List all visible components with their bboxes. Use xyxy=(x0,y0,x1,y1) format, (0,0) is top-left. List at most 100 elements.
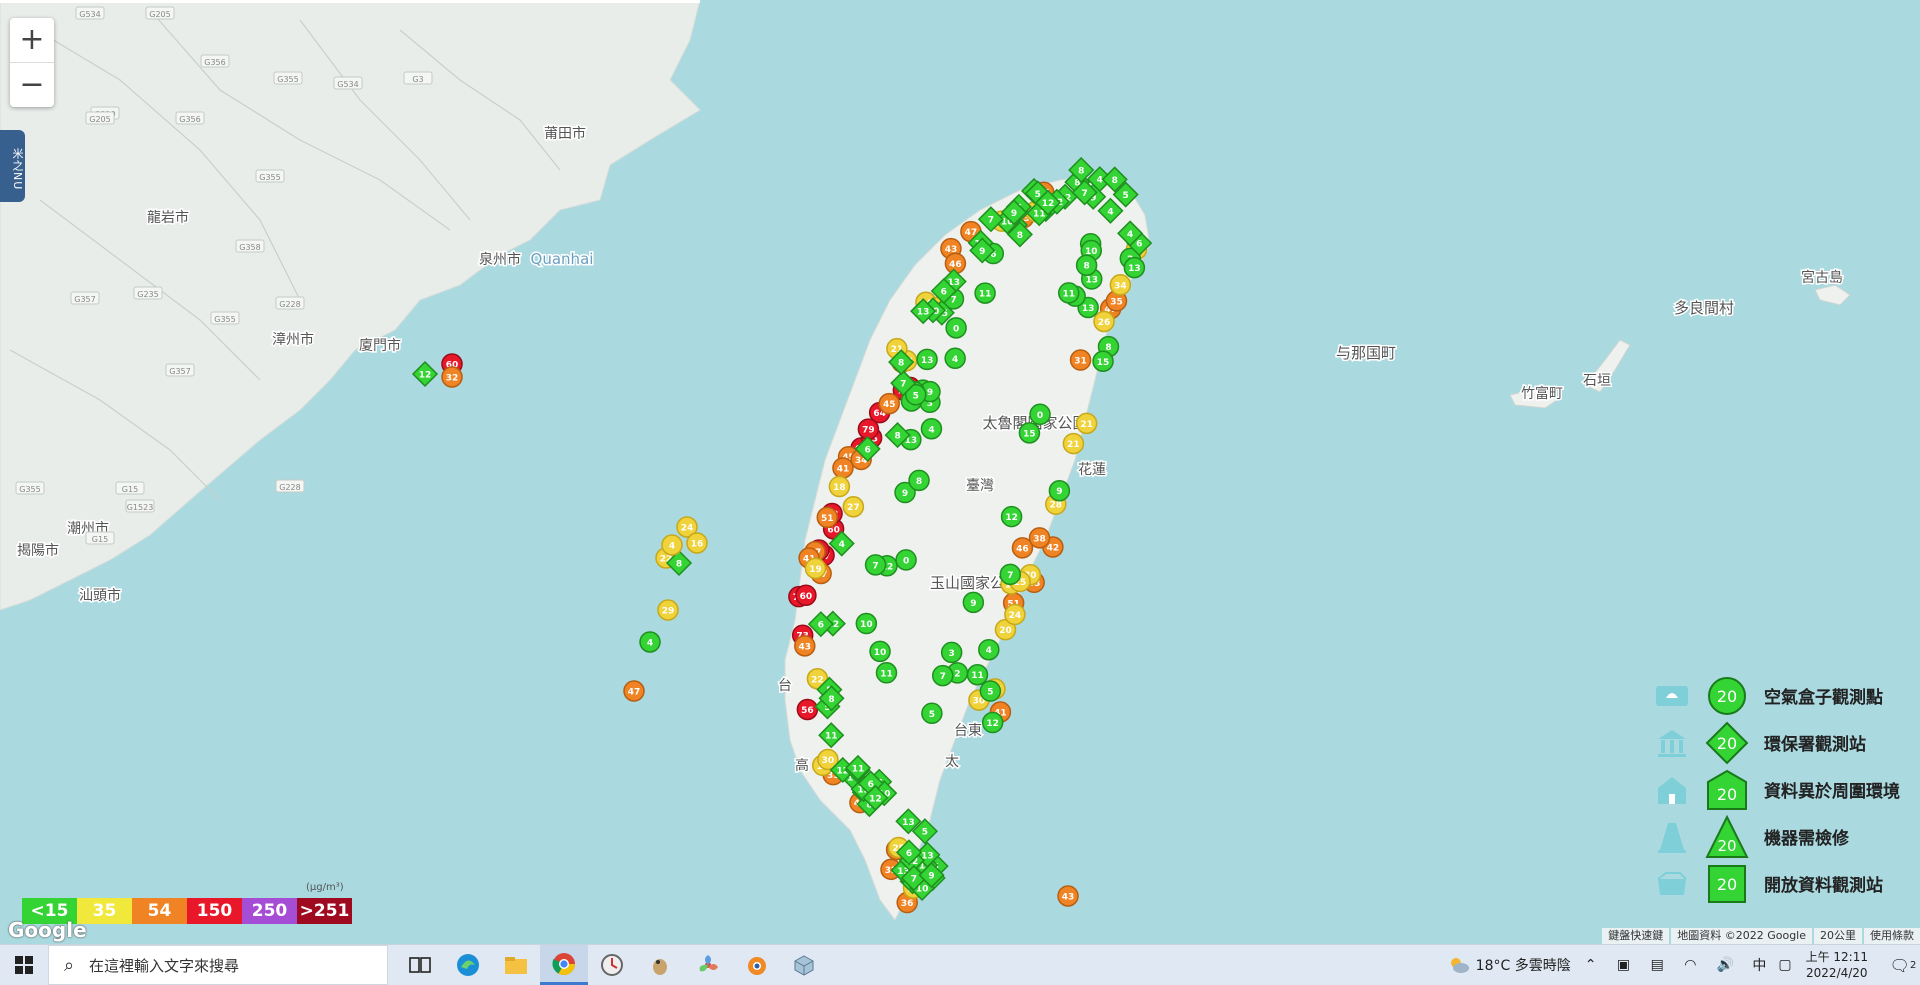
svg-text:29: 29 xyxy=(662,607,675,617)
airbox-marker[interactable]: 41 xyxy=(832,457,854,479)
airbox-marker[interactable]: 11 xyxy=(1057,282,1080,304)
airbox-marker[interactable]: 79 xyxy=(857,418,880,440)
svg-text:6: 6 xyxy=(941,288,947,298)
svg-text:4: 4 xyxy=(1127,230,1133,240)
svg-text:15: 15 xyxy=(1023,429,1036,439)
airbox-marker[interactable]: 3 xyxy=(940,641,963,664)
airbox-marker[interactable]: 12 xyxy=(981,711,1004,734)
airbox-marker[interactable]: 38 xyxy=(1028,527,1051,549)
airbox-marker[interactable]: 9 xyxy=(1048,479,1071,502)
taskbar-edge-button[interactable] xyxy=(444,945,492,985)
airbox-marker[interactable]: 34 xyxy=(1109,274,1132,296)
airbox-marker[interactable]: 4 xyxy=(661,534,683,556)
taskbar-clock-app-button[interactable] xyxy=(588,945,636,985)
svg-text:32: 32 xyxy=(446,374,459,384)
airbox-marker[interactable]: 21 xyxy=(1062,432,1085,455)
ime-indicator[interactable]: 中 xyxy=(1752,955,1766,975)
airbox-marker[interactable]: 32 xyxy=(441,366,463,388)
airbox-marker[interactable]: 4 xyxy=(978,638,1000,661)
svg-text:10: 10 xyxy=(874,648,887,658)
airbox-marker[interactable]: 15 xyxy=(1018,422,1041,444)
notification-center-button[interactable]: 🗨 2 xyxy=(1886,945,1920,985)
airbox-marker[interactable]: 7 xyxy=(931,664,954,687)
airbox-marker[interactable]: 9 xyxy=(962,591,985,614)
zoom-out-button[interactable]: − xyxy=(10,62,54,107)
airbox-marker[interactable]: 13 xyxy=(1123,256,1146,279)
taskbar-file-explorer-button[interactable] xyxy=(492,945,540,985)
airbox-marker[interactable]: 0 xyxy=(895,549,917,571)
notification-icon: 🗨 xyxy=(1889,955,1910,975)
taskbar-chrome-button[interactable] xyxy=(540,945,588,985)
weather-widget[interactable]: 18°C 多雲時陰 xyxy=(1448,955,1571,975)
airbox-marker[interactable]: 8 xyxy=(908,469,930,492)
airbox-marker[interactable]: 43 xyxy=(794,635,816,657)
start-button[interactable] xyxy=(0,945,48,985)
legend-value: 20 xyxy=(1717,875,1737,894)
airbox-marker[interactable]: 21 xyxy=(1075,412,1098,435)
taskbar-search-box[interactable]: ⌕ 在這裡輸入文字來搜尋 xyxy=(48,945,388,985)
svg-text:5: 5 xyxy=(987,688,993,698)
airbox-marker[interactable]: 45 xyxy=(878,392,900,415)
airbox-marker[interactable]: 24 xyxy=(1004,603,1026,626)
airbox-marker[interactable]: 27 xyxy=(842,495,865,518)
airbox-marker[interactable]: 12 xyxy=(1000,505,1023,528)
svg-text:31: 31 xyxy=(1074,357,1087,367)
clock[interactable]: 上午 12:11 2022/4/20 xyxy=(1806,949,1868,981)
airbox-marker[interactable]: 51 xyxy=(816,506,839,529)
svg-text:38: 38 xyxy=(1033,534,1046,544)
airbox-marker[interactable]: 31 xyxy=(1069,349,1092,371)
airbox-marker[interactable]: 19 xyxy=(804,557,827,580)
place-label: 泉州市 xyxy=(479,251,521,268)
airbox-marker[interactable]: 7 xyxy=(999,563,1022,586)
airbox-marker[interactable]: 56 xyxy=(796,698,819,721)
side-panel-tab[interactable]: 米之NU xyxy=(0,130,25,202)
svg-text:6: 6 xyxy=(818,621,824,631)
clock-app-icon xyxy=(601,954,623,976)
road-shield: G534 xyxy=(75,6,105,20)
airbox-marker[interactable]: 4 xyxy=(639,631,661,653)
legend-value: 20 xyxy=(1717,785,1737,804)
airbox-marker[interactable]: 5 xyxy=(979,680,1002,702)
svg-text:15: 15 xyxy=(1097,358,1110,368)
taskbar-task-view-button[interactable] xyxy=(396,945,444,985)
airbox-marker[interactable]: 43 xyxy=(1057,885,1079,907)
svg-text:30: 30 xyxy=(822,756,835,766)
airbox-marker[interactable]: 8 xyxy=(1075,254,1098,276)
svg-text:79: 79 xyxy=(862,426,875,436)
airbox-marker[interactable]: 4 xyxy=(920,418,943,440)
airbox-marker[interactable]: 18 xyxy=(828,475,851,498)
keyboard-shortcuts-link[interactable]: 鍵盤快速鍵 xyxy=(1602,928,1670,944)
weather-text: 18°C 多雲時陰 xyxy=(1475,958,1571,974)
airbox-marker[interactable]: 5 xyxy=(921,702,943,725)
taskbar-bird-button[interactable] xyxy=(636,945,684,985)
tray-icons[interactable]: ⌃ ▣ ▤ ◠ 🔊 xyxy=(1585,957,1743,973)
terms-link[interactable]: 使用條款 xyxy=(1864,928,1920,944)
road-shield: G205 xyxy=(145,6,175,20)
airbox-marker[interactable]: 11 xyxy=(974,282,996,304)
airbox-marker[interactable]: 0 xyxy=(945,317,967,339)
map-canvas[interactable]: 莆田市龍岩市泉州市Quanhai漳州市廈門市潮州市揭陽市汕頭市太魯閣國家公園臺灣… xyxy=(0,0,1920,944)
taskbar-fan-button[interactable] xyxy=(684,945,732,985)
airbox-marker[interactable]: 7 xyxy=(864,554,887,576)
airbox-marker[interactable]: 60 xyxy=(795,584,817,607)
svg-text:G534: G534 xyxy=(337,80,358,89)
airbox-marker[interactable]: 11 xyxy=(966,663,989,686)
map-scale-bar[interactable]: 20公里 xyxy=(1814,928,1862,944)
airbox-marker[interactable]: 10 xyxy=(869,640,891,663)
airbox-marker[interactable]: 11 xyxy=(875,662,898,684)
taskbar-blender-button[interactable] xyxy=(732,945,780,985)
taskbar-cube-button[interactable] xyxy=(780,945,828,985)
airbox-marker[interactable]: 0 xyxy=(1029,403,1051,426)
airbox-marker[interactable]: 16 xyxy=(686,532,708,554)
zoom-in-button[interactable]: + xyxy=(10,18,54,62)
airbox-marker[interactable]: 10 xyxy=(855,612,878,635)
airbox-marker[interactable]: 13 xyxy=(916,348,938,371)
scale-unit: (μg/m³) xyxy=(306,882,344,893)
airbox-marker[interactable]: 26 xyxy=(1093,310,1115,333)
airbox-marker[interactable]: 47 xyxy=(623,680,645,702)
airbox-marker[interactable]: 15 xyxy=(1092,350,1114,373)
airbox-marker[interactable]: 4 xyxy=(944,347,966,370)
airbox-marker[interactable]: 29 xyxy=(657,599,679,621)
airbox-icon xyxy=(1650,676,1694,716)
ime-mode-icon[interactable]: ▢ xyxy=(1778,957,1791,973)
